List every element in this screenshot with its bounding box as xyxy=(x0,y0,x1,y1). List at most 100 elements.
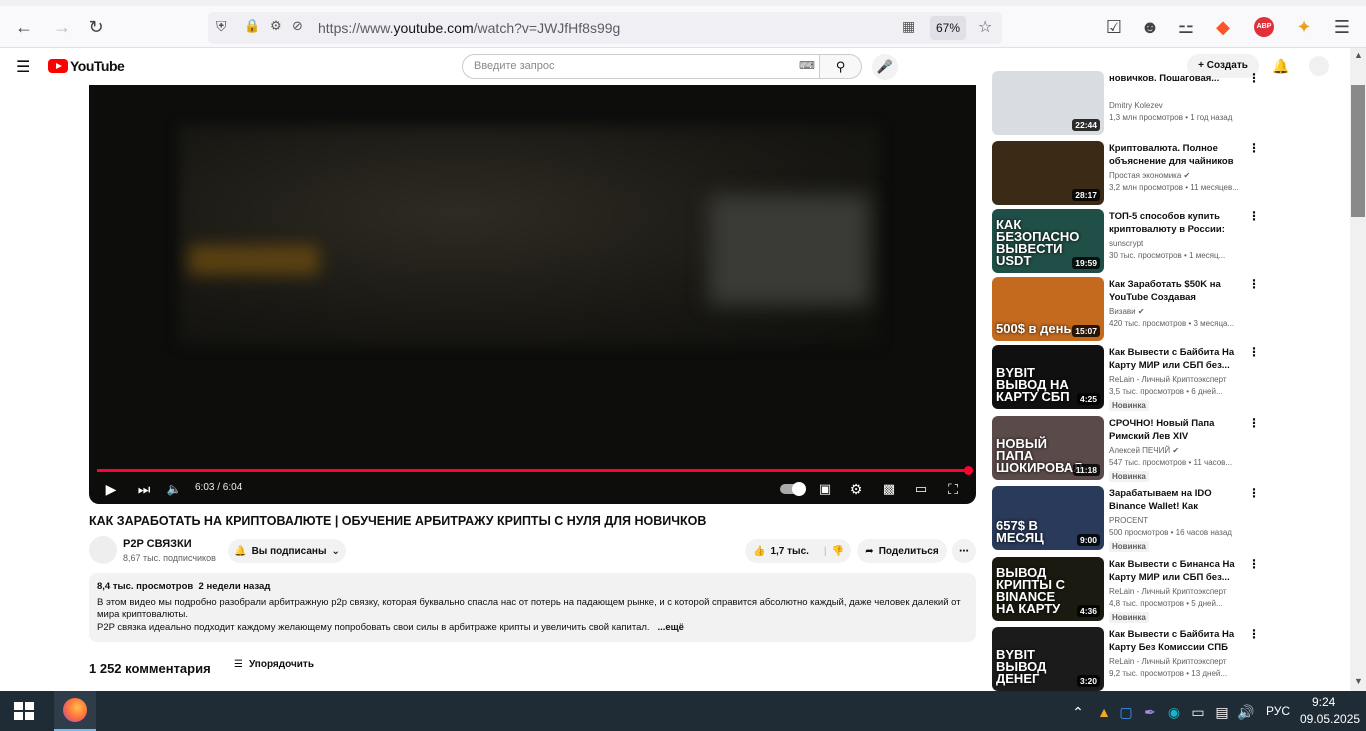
channel-name[interactable]: PROCENT xyxy=(1109,516,1148,525)
search-input[interactable]: Введите запрос ⌨ xyxy=(462,54,820,79)
firefox-taskbar-button[interactable] xyxy=(54,691,96,731)
theater-mode-icon[interactable]: ▭ xyxy=(909,480,933,498)
url-text[interactable]: https://www.youtube.com/watch?v=JWJfHf8s… xyxy=(318,20,620,36)
adblock-icon[interactable]: ABP xyxy=(1254,17,1274,37)
dislike-icon[interactable]: 👎 xyxy=(832,546,844,557)
url-bar[interactable]: ⛨ 🔒 ⚙ ⊘ https://www.youtube.com/watch?v=… xyxy=(208,12,1002,44)
channel-name[interactable]: Алексей ПЕЧИЙ ✔ xyxy=(1109,446,1179,455)
miniplayer-icon[interactable]: ▩ xyxy=(877,480,901,498)
recommendation-item[interactable]: ВЫВОД КРИПТЫ С BINANCE НА КАРТУ 4:36 Как В… xyxy=(992,557,1260,623)
subscribed-button[interactable]: 🔔 Вы подписаны ⌄ xyxy=(228,539,346,563)
rocket-icon[interactable]: ✦ xyxy=(1290,13,1318,41)
video-thumbnail[interactable]: BYBIT ВЫВОД НА КАРТУ СБП 4:25 xyxy=(992,345,1104,409)
video-thumbnail[interactable]: 500$ в день 15:07 xyxy=(992,277,1104,341)
pocket-icon[interactable]: ☑ xyxy=(1100,13,1128,41)
more-vertical-icon[interactable]: ⋮ xyxy=(1248,71,1260,85)
channel-avatar[interactable] xyxy=(89,536,117,564)
video-thumbnail[interactable]: 657$ В МЕСЯЦ 9:00 xyxy=(992,486,1104,550)
sort-comments-button[interactable]: ☰ Упорядочить xyxy=(234,659,314,670)
more-vertical-icon[interactable]: ⋮ xyxy=(1248,627,1260,641)
scroll-up-icon[interactable]: ▲ xyxy=(1354,50,1363,60)
video-title[interactable]: Криптовалюта. Полное объяснение для чайн… xyxy=(1109,142,1244,168)
fullscreen-icon[interactable]: ⛶ xyxy=(941,480,965,498)
more-vertical-icon[interactable]: ⋮ xyxy=(1248,345,1260,359)
description-box[interactable]: 8,4 тыс. просмотров 2 недели назад В это… xyxy=(89,573,976,642)
video-thumbnail[interactable]: 22:44 xyxy=(992,71,1104,135)
youtube-logo[interactable]: YouTube xyxy=(48,58,125,74)
video-title[interactable]: Как Вывести с Байбита На Карту Без Комис… xyxy=(1109,628,1244,654)
video-title[interactable]: ТОП-5 способов купить криптовалюту в Рос… xyxy=(1109,210,1244,236)
scrollbar-thumb[interactable] xyxy=(1351,85,1365,217)
progress-scrubber[interactable] xyxy=(964,466,973,475)
back-icon[interactable]: ← xyxy=(10,13,38,41)
settings-gear-icon[interactable]: ⚙ xyxy=(844,480,868,498)
recommendation-item[interactable]: BYBIT ВЫВОД НА КАРТУ СБП 4:25 Как Вывести … xyxy=(992,345,1260,411)
more-vertical-icon[interactable]: ⋮ xyxy=(1248,209,1260,223)
video-title[interactable]: новичков. Пошаговая... xyxy=(1109,72,1244,85)
zoom-level[interactable]: 67% xyxy=(930,16,966,40)
like-icon[interactable]: 👍 xyxy=(753,546,765,557)
extensions-icon[interactable]: ⚍ xyxy=(1172,13,1200,41)
tracking-icon[interactable]: ⊘ xyxy=(292,18,303,34)
video-title[interactable]: Как Заработать $50K на YouTube Создавая … xyxy=(1109,278,1244,304)
recommendation-item[interactable]: 500$ в день 15:07 Как Заработать $50K на Y… xyxy=(992,277,1260,341)
video-thumbnail[interactable]: 28:17 xyxy=(992,141,1104,205)
recommendation-item[interactable]: 657$ В МЕСЯЦ 9:00 Зарабатываем на IDO Bina… xyxy=(992,486,1260,552)
like-count[interactable]: 1,7 тыс. xyxy=(770,546,808,557)
clock-time[interactable]: 9:24 xyxy=(1312,695,1335,709)
recommendation-item[interactable]: BYBIT ВЫВОД ДЕНЕГ 3:20 Как Вывести с Байби… xyxy=(992,627,1260,691)
channel-name[interactable]: Визави ✔ xyxy=(1109,307,1145,316)
brave-lion-icon[interactable]: ◆ xyxy=(1209,13,1237,41)
recommendation-item[interactable]: КАК БЕЗОПАСНО ВЫВЕСТИ USDT 19:59 ТОП-5 спо… xyxy=(992,209,1260,273)
account-icon[interactable]: ☻ xyxy=(1136,13,1164,41)
volume-tray-icon[interactable]: 🔊 xyxy=(1236,703,1256,721)
next-icon[interactable]: ⏭ xyxy=(132,480,156,498)
share-button[interactable]: ➦ Поделиться xyxy=(857,539,947,563)
reader-view-icon[interactable]: ▦ xyxy=(902,18,915,35)
more-vertical-icon[interactable]: ⋮ xyxy=(1248,486,1260,500)
screenshot-tray-icon[interactable]: ▢ xyxy=(1116,703,1136,721)
pen-tray-icon[interactable]: ✒ xyxy=(1140,703,1160,721)
more-vertical-icon[interactable]: ⋮ xyxy=(1248,277,1260,291)
more-vertical-icon[interactable]: ⋮ xyxy=(1248,557,1260,571)
channel-name[interactable]: Dmitry Kolezev xyxy=(1109,101,1163,110)
volume-icon[interactable]: 🔈 xyxy=(162,480,186,498)
recommendation-item[interactable]: 22:44 новичков. Пошаговая... Dmitry Koleze… xyxy=(992,71,1260,135)
video-title[interactable]: Как Вывести с Бинанса На Карту МИР или С… xyxy=(1109,558,1244,584)
hamburger-icon[interactable]: ☰ xyxy=(16,57,30,77)
progress-bar[interactable] xyxy=(97,469,966,472)
language-indicator[interactable]: РУС xyxy=(1266,704,1290,718)
forward-icon[interactable]: → xyxy=(48,13,76,41)
video-thumbnail[interactable]: КАК БЕЗОПАСНО ВЫВЕСТИ USDT 19:59 xyxy=(992,209,1104,273)
shield-icon[interactable]: ⛨ xyxy=(216,18,227,35)
channel-name[interactable]: ReLain - Личный Криптоэксперт xyxy=(1109,657,1227,666)
video-title[interactable]: СРОЧНО! Новый Папа Римский Лев XIV шокир… xyxy=(1109,417,1244,443)
voice-search-button[interactable]: 🎤 xyxy=(872,54,898,80)
channel-name[interactable]: ReLain - Личный Криптоэксперт xyxy=(1109,587,1227,596)
video-thumbnail[interactable]: ВЫВОД КРИПТЫ С BINANCE НА КАРТУ 4:36 xyxy=(992,557,1104,621)
video-thumbnail[interactable]: BYBIT ВЫВОД ДЕНЕГ 3:20 xyxy=(992,627,1104,691)
show-hidden-icons-chevron-icon[interactable]: ⌃ xyxy=(1068,703,1088,721)
windows-start-icon[interactable] xyxy=(14,702,34,720)
video-player[interactable]: ▶ ⏭ 🔈 6:03 / 6:04 ▣ ⚙ ▩ ▭ ⛶ xyxy=(89,85,976,504)
bookmark-star-icon[interactable]: ☆ xyxy=(978,17,992,37)
permissions-icon[interactable]: ⚙ xyxy=(270,18,282,34)
channel-name[interactable]: P2P СВЯЗКИ xyxy=(123,538,192,550)
avatar[interactable] xyxy=(1309,56,1329,76)
video-title[interactable]: Зарабатываем на IDO Binance Wallet! Как … xyxy=(1109,487,1244,513)
more-actions-button[interactable]: ⋯ xyxy=(952,539,976,563)
scroll-down-icon[interactable]: ▼ xyxy=(1354,676,1363,686)
keyboard-icon[interactable]: ⌨ xyxy=(799,55,815,78)
channel-name[interactable]: Простая экономика ✔ xyxy=(1109,171,1190,180)
more-vertical-icon[interactable]: ⋮ xyxy=(1248,141,1260,155)
edge-tray-icon[interactable]: ◉ xyxy=(1164,703,1184,721)
search-button[interactable]: ⚲ xyxy=(820,54,862,79)
recommendation-item[interactable]: 28:17 Криптовалюта. Полное объяснение для… xyxy=(992,141,1260,205)
video-title[interactable]: Как Вывести с Байбита На Карту МИР или С… xyxy=(1109,346,1244,372)
subtitles-icon[interactable]: ▣ xyxy=(813,480,837,498)
reload-icon[interactable]: ↻ xyxy=(82,13,110,41)
video-thumbnail[interactable]: НОВЫЙ ПАПА ШОКИРОВАЛ 11:18 xyxy=(992,416,1104,480)
channel-name[interactable]: ReLain - Личный Криптоэксперт xyxy=(1109,375,1227,384)
notifications-bell-icon[interactable]: 🔔 xyxy=(1272,58,1289,75)
battery-icon[interactable]: ▭ xyxy=(1188,703,1208,721)
